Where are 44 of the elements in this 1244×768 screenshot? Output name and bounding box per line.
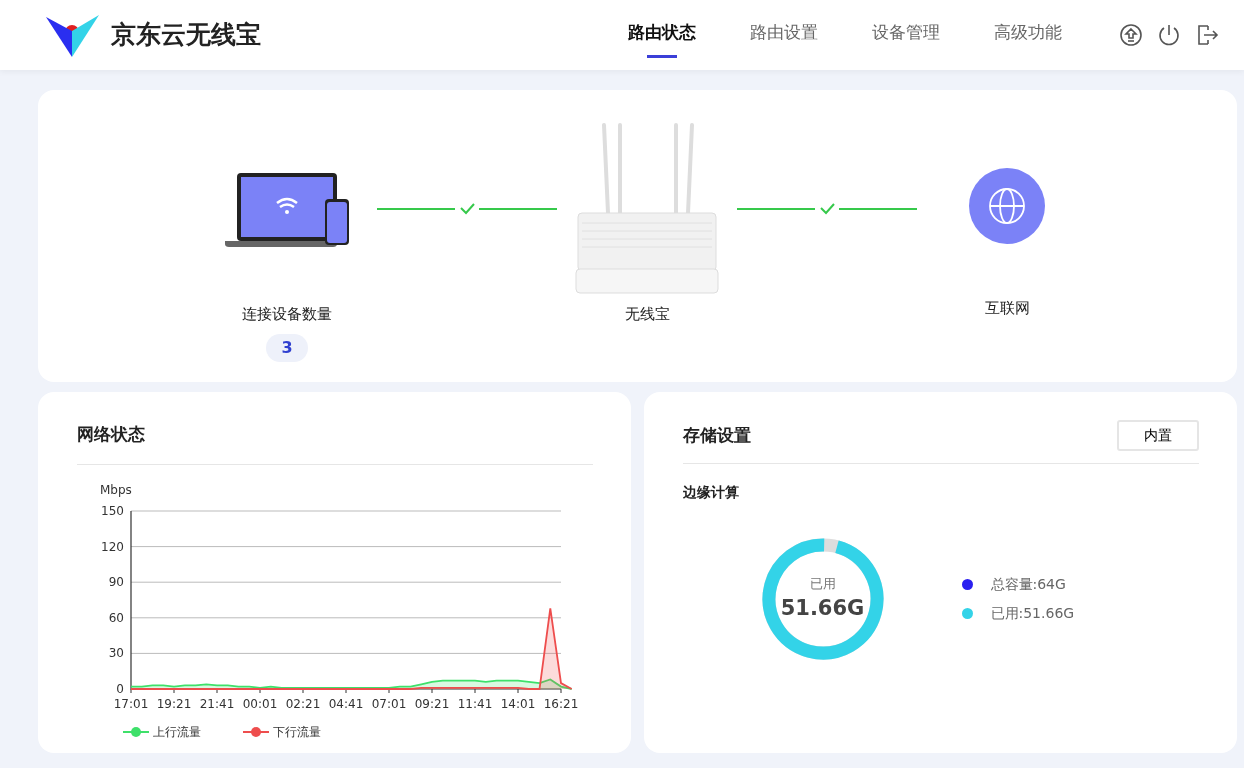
power-icon[interactable] [1157,22,1181,48]
globe-icon [969,168,1045,244]
y-tick-label: 90 [108,574,124,589]
panel-title: 存储设置 [682,423,751,447]
y-tick-label: 0 [116,681,124,696]
x-tick-label: 17:01 [113,696,149,711]
legend-label: 已用:51.66G [990,604,1075,623]
router-label: 无线宝 [624,304,670,325]
internet-label: 互联网 [984,298,1030,319]
x-tick-label: 07:01 [371,696,407,711]
upgrade-icon[interactable] [1119,22,1143,48]
y-tick-label: 60 [108,610,124,625]
x-tick-label: 14:01 [500,696,536,711]
ring-value: 51.66G [780,595,865,622]
nav-tab[interactable]: 路由设置 [750,12,818,58]
y-tick-label: 120 [101,539,124,554]
legend-marker [122,726,150,737]
brand-name: 京东云无线宝 [111,19,261,52]
nav-tab[interactable]: 高级功能 [994,12,1062,58]
logout-icon[interactable] [1195,22,1219,48]
legend-marker [242,726,270,737]
panel-title: 网络状态 [77,424,145,444]
legend-label: 总容量:64G [990,575,1066,594]
x-tick-label: 00:01 [242,696,278,711]
x-tick-label: 16:21 [543,696,579,711]
storage-type-button[interactable]: 内置 [1117,420,1199,451]
nav-tab[interactable]: 设备管理 [872,12,940,58]
y-tick-label: 30 [108,645,124,660]
device-count-badge: 3 [266,333,308,362]
x-tick-label: 21:41 [199,696,235,711]
device-count-label: 连接设备数量 [242,304,332,325]
x-tick-label: 11:41 [457,696,493,711]
x-tick-label: 19:21 [156,696,192,711]
y-tick-label: 150 [101,503,124,518]
axis-title: Mbps [100,482,132,497]
logo-icon [46,13,99,57]
legend-label: 下行流量 [273,724,321,739]
x-tick-label: 02:21 [285,696,321,711]
section-title: 边缘计算 [682,484,739,500]
nav-tab[interactable]: 路由状态 [628,12,696,58]
legend-label: 上行流量 [153,724,201,739]
x-tick-label: 09:21 [414,696,450,711]
x-tick-label: 04:41 [328,696,364,711]
ring-caption: 已用 [809,574,836,593]
